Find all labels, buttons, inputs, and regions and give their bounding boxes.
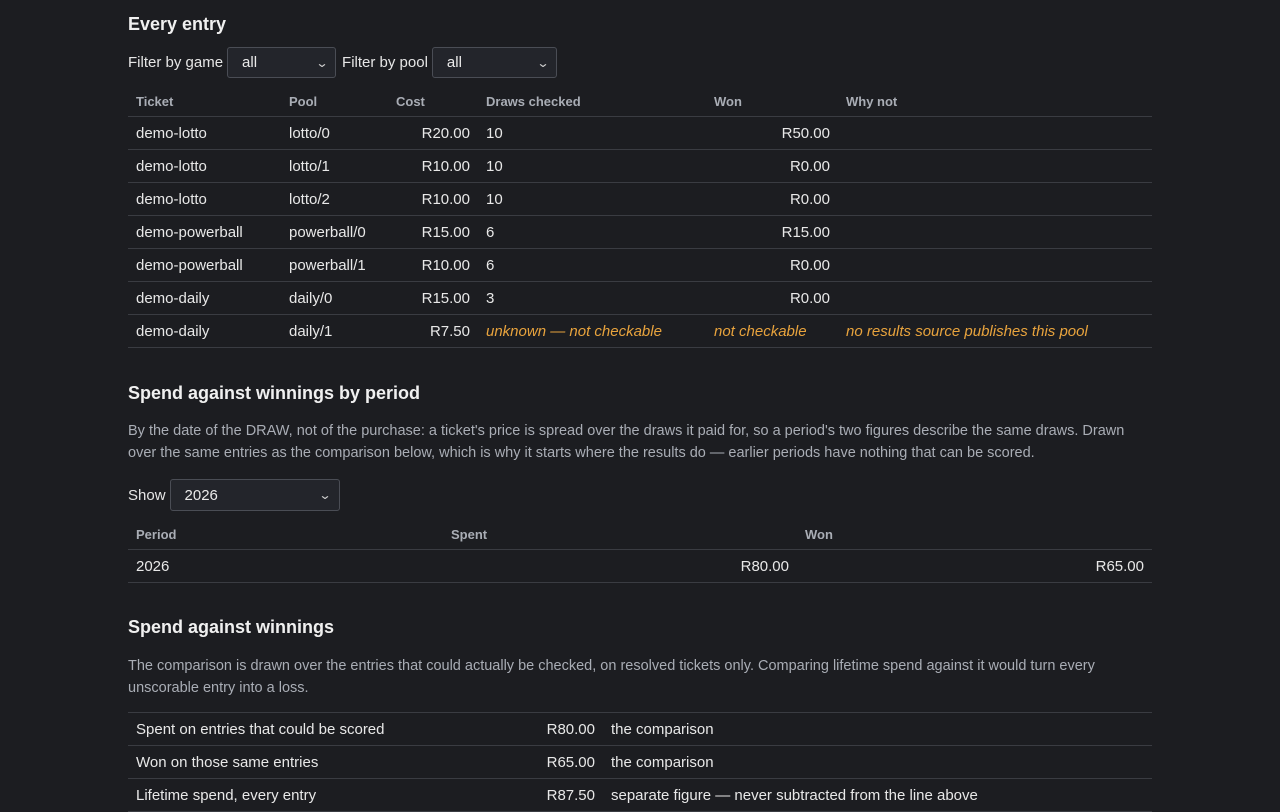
draws-cell: 6 [478, 248, 706, 282]
won-cell: R0.00 [706, 149, 838, 183]
col-cost: Cost [388, 86, 478, 117]
cost-cell: R10.00 [388, 182, 478, 216]
won-cell: R65.00 [797, 549, 1152, 583]
chevron-down-icon: ⌄ [318, 488, 333, 502]
period-header-row: Period Spent Won [128, 519, 1152, 550]
why-cell [838, 281, 1152, 315]
spend-label-cell: Spent on entries that could be scored [128, 712, 518, 746]
ticket-cell: demo-powerball [128, 248, 281, 282]
filter-pool-select[interactable]: all ⌄ [431, 47, 557, 78]
filter-game-select[interactable]: all ⌄ [227, 47, 337, 78]
chevron-down-icon: ⌄ [315, 55, 329, 70]
draws-cell: 10 [478, 149, 706, 183]
ticket-cell: demo-daily [128, 314, 281, 348]
col-why-not: Why not [838, 86, 1152, 117]
spend-description: The comparison is drawn over the entries… [128, 658, 1095, 696]
entries-header-row: Ticket Pool Cost Draws checked Won Why n… [128, 86, 1152, 117]
pool-cell: lotto/2 [281, 182, 388, 216]
draws-cell-warning: unknown — not checkable [478, 314, 706, 348]
draws-cell: 6 [478, 215, 706, 249]
why-cell [838, 248, 1152, 282]
cost-cell: R7.50 [388, 314, 478, 348]
period-select-value: 2026 [184, 486, 218, 504]
table-row: demo-powerball powerball/0 R15.00 6 R15.… [128, 215, 1152, 249]
draws-cell: 10 [478, 182, 706, 216]
filter-game-label: Filter by game [128, 54, 224, 71]
table-row: 2026 R80.00 R65.00 [128, 549, 1152, 583]
ticket-cell: demo-lotto [128, 182, 281, 216]
why-cell [838, 149, 1152, 183]
period-table: Period Spent Won 2026 R80.00 R65.00 [128, 519, 1152, 583]
won-cell: R0.00 [706, 281, 838, 315]
draws-cell: 3 [478, 281, 706, 315]
spend-table: Spent on entries that could be scored R8… [128, 712, 1152, 812]
spend-amount-cell: R65.00 [518, 745, 603, 779]
pool-cell: daily/1 [281, 314, 388, 348]
period-heading: Spend against winnings by period [128, 383, 421, 403]
cost-cell: R20.00 [388, 116, 478, 150]
spent-cell: R80.00 [443, 549, 797, 583]
ticket-cell: demo-lotto [128, 116, 281, 150]
won-cell: R50.00 [706, 116, 838, 150]
table-row: demo-lotto lotto/2 R10.00 10 R0.00 [128, 182, 1152, 216]
col-won: Won [706, 86, 838, 117]
cost-cell: R15.00 [388, 215, 478, 249]
chevron-down-icon: ⌄ [536, 55, 550, 70]
spend-note-cell: the comparison [603, 745, 1152, 779]
period-description: By the date of the DRAW, not of the purc… [128, 423, 1125, 461]
table-row: Lifetime spend, every entry R87.50 separ… [128, 778, 1152, 812]
period-select[interactable]: 2026 ⌄ [169, 479, 340, 511]
won-cell: R0.00 [706, 248, 838, 282]
why-cell [838, 116, 1152, 150]
pool-cell: lotto/1 [281, 149, 388, 183]
col-draws-checked: Draws checked [478, 86, 706, 117]
col-ticket: Ticket [128, 86, 281, 117]
show-label: Show [128, 486, 166, 504]
pool-cell: lotto/0 [281, 116, 388, 150]
table-row: demo-daily daily/0 R15.00 3 R0.00 [128, 281, 1152, 315]
col-spent: Spent [443, 519, 797, 550]
table-row: demo-lotto lotto/1 R10.00 10 R0.00 [128, 149, 1152, 183]
filter-pool-value: all [446, 54, 462, 71]
col-won: Won [797, 519, 1152, 550]
pool-cell: powerball/1 [281, 248, 388, 282]
filter-bar: Filter by game all ⌄ Filter by pool all … [128, 47, 563, 78]
ticket-cell: demo-daily [128, 281, 281, 315]
won-cell: R0.00 [706, 182, 838, 216]
entries-table: Ticket Pool Cost Draws checked Won Why n… [128, 86, 1152, 348]
spend-label-cell: Won on those same entries [128, 745, 518, 779]
table-row: demo-lotto lotto/0 R20.00 10 R50.00 [128, 116, 1152, 150]
won-cell: R15.00 [706, 215, 838, 249]
draws-cell: 10 [478, 116, 706, 150]
cost-cell: R10.00 [388, 248, 478, 282]
table-row: Won on those same entries R65.00 the com… [128, 745, 1152, 779]
show-bar: Show 2026 ⌄ [128, 479, 346, 511]
why-cell-warning: no results source publishes this pool [838, 314, 1152, 348]
why-cell [838, 215, 1152, 249]
spend-note-cell: separate figure — never subtracted from … [603, 778, 1152, 812]
period-cell: 2026 [128, 549, 443, 583]
filter-pool-label: Filter by pool [342, 54, 428, 71]
pool-cell: daily/0 [281, 281, 388, 315]
col-period: Period [128, 519, 443, 550]
ticket-cell: demo-powerball [128, 215, 281, 249]
won-cell-warning: not checkable [706, 314, 838, 348]
table-row: Spent on entries that could be scored R8… [128, 712, 1152, 746]
spend-amount-cell: R87.50 [518, 778, 603, 812]
cost-cell: R15.00 [388, 281, 478, 315]
spend-amount-cell: R80.00 [518, 712, 603, 746]
filter-game-value: all [242, 54, 258, 71]
ticket-cell: demo-lotto [128, 149, 281, 183]
why-cell [838, 182, 1152, 216]
spend-heading: Spend against winnings [128, 617, 335, 637]
table-row: demo-daily daily/1 R7.50 unknown — not c… [128, 314, 1152, 348]
col-pool: Pool [281, 86, 388, 117]
spend-note-cell: the comparison [603, 712, 1152, 746]
table-row: demo-powerball powerball/1 R10.00 6 R0.0… [128, 248, 1152, 282]
pool-cell: powerball/0 [281, 215, 388, 249]
every-entry-heading: Every entry [128, 14, 227, 34]
spend-label-cell: Lifetime spend, every entry [128, 778, 518, 812]
cost-cell: R10.00 [388, 149, 478, 183]
